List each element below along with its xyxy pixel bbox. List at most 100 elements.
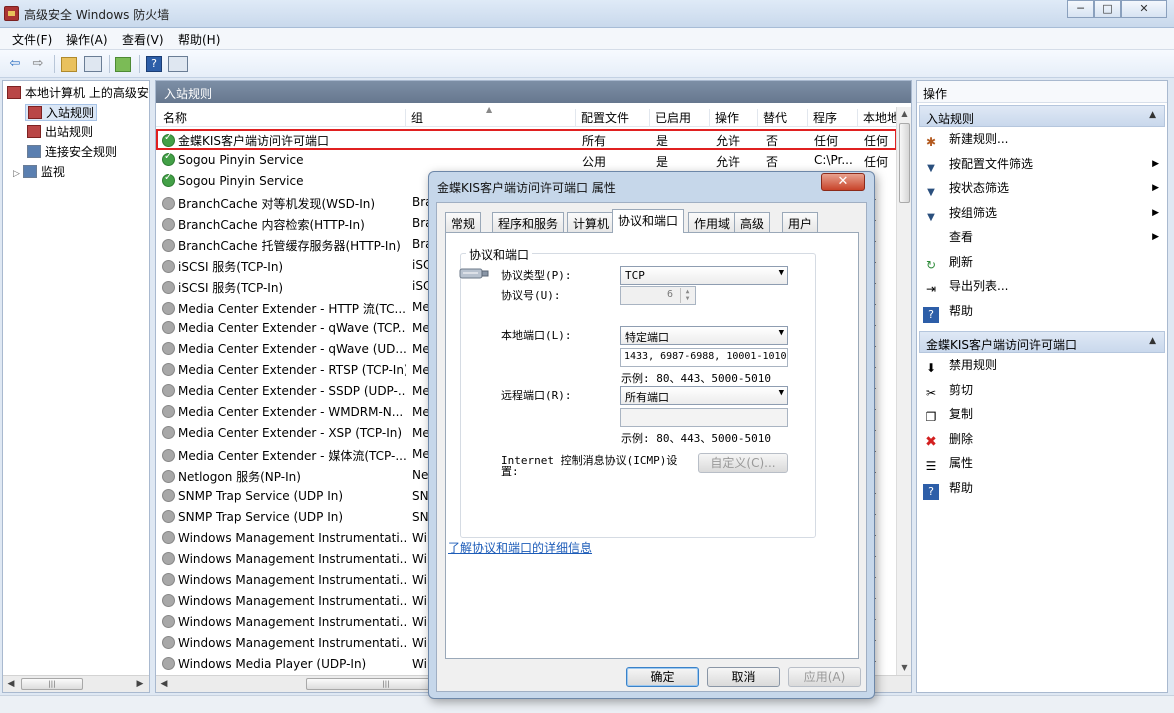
up-folder-icon[interactable] xyxy=(61,57,77,72)
col-profile[interactable]: 配置文件 xyxy=(576,109,650,127)
col-action[interactable]: 操作 xyxy=(710,109,758,127)
cell-name: Media Center Extender - WMDRM-N... xyxy=(162,405,406,419)
scroll-left-icon[interactable]: ◀ xyxy=(157,677,171,691)
menu-help[interactable]: 帮助(H) xyxy=(178,31,220,48)
cell-override: 否 xyxy=(766,155,779,169)
tree-root[interactable]: 本地计算机 上的高级安 xyxy=(7,85,149,102)
collapse-icon[interactable]: ▲ xyxy=(1149,336,1156,346)
show-hide-tree-icon[interactable] xyxy=(84,56,102,72)
menu-file[interactable]: 文件(F) xyxy=(12,31,52,48)
col-program[interactable]: 程序 xyxy=(808,109,858,127)
scroll-up-icon[interactable]: ▲ xyxy=(897,107,912,121)
action-item[interactable]: ✖ 删除 xyxy=(923,429,1163,451)
action-item[interactable]: ✂ 剪切 xyxy=(923,380,1163,402)
disabled-rule-icon xyxy=(162,405,175,418)
close-button[interactable]: ✕ xyxy=(1121,0,1167,18)
expand-arrow-icon[interactable]: ▷ xyxy=(13,169,20,179)
disabled-rule-icon xyxy=(162,470,175,483)
scroll-down-icon[interactable]: ▼ xyxy=(897,661,912,675)
tab-programs-services[interactable]: 程序和服务 xyxy=(492,212,565,232)
cell-action: 允许 xyxy=(716,155,741,169)
cancel-button[interactable]: 取消 xyxy=(707,667,780,687)
menu-action[interactable]: 操作(A) xyxy=(66,31,108,48)
customize-button[interactable]: 自定义(C)... xyxy=(698,453,788,473)
protocol-type-select[interactable]: TCP ▼ xyxy=(620,266,788,285)
action-item[interactable]: ? 帮助 xyxy=(923,478,1163,500)
scroll-thumb[interactable]: ||| xyxy=(21,678,83,690)
remote-port-input[interactable] xyxy=(620,408,788,427)
action-item[interactable]: ☰ 属性 xyxy=(923,453,1163,475)
table-row[interactable]: 金蝶KIS客户端访问许可端口 所有 是 允许 否 任何 任何 xyxy=(156,129,897,150)
local-port-example: 示例: 80、443、5000-5010 xyxy=(621,372,771,385)
tab-scope[interactable]: 作用域 xyxy=(688,212,737,232)
scroll-right-icon[interactable]: ▶ xyxy=(133,677,147,691)
action-item[interactable]: ↻ 刷新 xyxy=(923,252,1163,274)
cell-name: iSCSI 服务(TCP-In) xyxy=(162,258,406,275)
action-item[interactable]: ▼ 按组筛选 ▶ xyxy=(923,203,1163,225)
disabled-rule-icon xyxy=(162,531,175,544)
tab-protocols-ports[interactable]: 协议和端口 xyxy=(612,209,685,233)
col-enabled[interactable]: 已启用 xyxy=(650,109,710,127)
cell-name: SNMP Trap Service (UDP In) xyxy=(162,489,406,503)
apply-button[interactable]: 应用(A) xyxy=(788,667,861,687)
action-item[interactable]: ▼ 按状态筛选 ▶ xyxy=(923,178,1163,200)
tree-item-connection-security[interactable]: 连接安全规则 xyxy=(27,144,117,161)
learn-more-link[interactable]: 了解协议和端口的详细信息 xyxy=(448,539,592,556)
disabled-rule-icon xyxy=(162,636,175,649)
col-name[interactable]: 名称 xyxy=(158,109,406,127)
disabled-rule-icon xyxy=(162,363,175,376)
properties-dialog: 金蝶KIS客户端访问许可端口 属性 ✕ 常规 程序和服务 计算机 协议和端口 作… xyxy=(428,171,875,699)
disabled-rule-icon xyxy=(162,239,175,252)
actions-section-rule[interactable]: 金蝶KIS客户端访问许可端口 ▲ xyxy=(919,331,1165,353)
tab-computers[interactable]: 计算机 xyxy=(567,212,616,232)
action-item[interactable]: ? 帮助 xyxy=(923,301,1163,323)
action-item[interactable]: ⬇ 禁用规则 xyxy=(923,355,1163,377)
protocols-ports-page: 协议和端口 协议类型(P): TCP ▼ 协议号(U): 6 ▲ ▼ 本地端口(L):… xyxy=(445,232,859,659)
action-item[interactable]: ⇥ 导出列表... xyxy=(923,276,1163,298)
spinner-icon[interactable]: ▲ ▼ xyxy=(680,288,694,303)
rules-vscrollbar[interactable]: ▲ ▼ xyxy=(896,107,911,675)
scroll-left-icon[interactable]: ◀ xyxy=(4,677,18,691)
local-port-select[interactable]: 特定端口 ▼ xyxy=(620,326,788,345)
export-icon[interactable] xyxy=(115,57,131,72)
cell-name: Media Center Extender - RTSP (TCP-In) xyxy=(162,363,406,377)
filter-icon: ▼ xyxy=(927,187,935,198)
table-row[interactable]: Sogou Pinyin Service 公用 是 允许 否 C:\Pr... 任何 xyxy=(156,150,897,171)
enabled-check-icon xyxy=(162,174,175,187)
forward-icon[interactable]: ⇨ xyxy=(29,55,47,73)
cell-program: 任何 xyxy=(814,134,839,148)
cell-name: iSCSI 服务(TCP-In) xyxy=(162,279,406,296)
tab-advanced[interactable]: 高级 xyxy=(734,212,771,232)
local-port-input[interactable]: 1433, 6987-6988, 10001-10100 xyxy=(620,348,788,367)
action-item[interactable]: 查看 ▶ xyxy=(923,227,1163,249)
collapse-icon[interactable]: ▲ xyxy=(1149,110,1156,120)
ok-button[interactable]: 确定 xyxy=(626,667,699,687)
connection-security-icon xyxy=(27,145,41,158)
action-pane-icon[interactable] xyxy=(168,56,188,72)
properties-icon: ☰ xyxy=(925,459,937,473)
actions-section-inbound[interactable]: 入站规则 ▲ xyxy=(919,105,1165,127)
tree-item-outbound-rules[interactable]: 出站规则 xyxy=(27,124,93,141)
tab-users[interactable]: 用户 xyxy=(782,212,819,232)
dialog-close-button[interactable]: ✕ xyxy=(821,173,865,191)
firewall-icon xyxy=(4,6,19,21)
col-override[interactable]: 替代 xyxy=(758,109,808,127)
menu-view[interactable]: 查看(V) xyxy=(122,31,164,48)
minimize-button[interactable]: ─ xyxy=(1067,0,1094,18)
enabled-check-icon xyxy=(162,132,175,147)
col-local-address[interactable]: 本地地 xyxy=(858,109,897,127)
action-item[interactable]: ❐ 复制 xyxy=(923,404,1163,426)
tree-item-monitor[interactable]: ▷ 监视 xyxy=(13,164,65,181)
tab-general[interactable]: 常规 xyxy=(445,212,482,232)
back-icon[interactable]: ⇦ xyxy=(6,55,24,73)
tree-item-inbound-rules[interactable]: 入站规则 xyxy=(25,104,98,121)
action-item[interactable]: ▼ 按配置文件筛选 ▶ xyxy=(923,154,1163,176)
tree-hscrollbar[interactable]: ◀ ||| ▶ xyxy=(3,675,149,692)
scroll-thumb[interactable] xyxy=(899,123,910,203)
maximize-button[interactable]: □ xyxy=(1094,0,1121,18)
protocol-number-stepper[interactable]: 6 ▲ ▼ xyxy=(620,286,696,305)
help-icon[interactable]: ? xyxy=(146,56,162,72)
remote-port-select[interactable]: 所有端口 ▼ xyxy=(620,386,788,405)
disabled-rule-icon xyxy=(162,449,175,462)
action-item[interactable]: ✱ 新建规则... xyxy=(923,129,1163,151)
